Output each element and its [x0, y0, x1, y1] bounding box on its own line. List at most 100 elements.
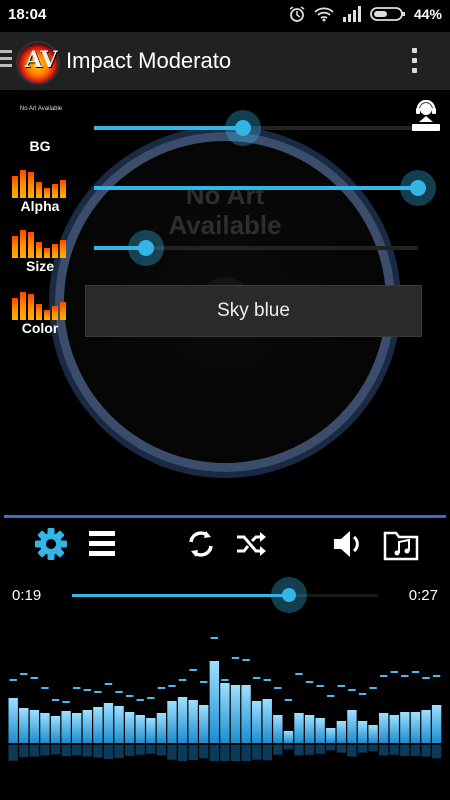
alpha-slider[interactable]	[94, 170, 436, 206]
visualizer-peak	[9, 679, 17, 681]
visualizer-peak	[20, 673, 28, 675]
alpha-eq-icon	[12, 168, 68, 198]
visualizer-peak	[358, 693, 367, 695]
visualizer-bar	[124, 712, 135, 743]
visualizer-reflection	[72, 745, 82, 756]
visualizer-reflection	[315, 745, 325, 754]
color-label: Color	[21, 320, 59, 336]
visualizer-reflection	[61, 745, 71, 757]
battery-icon	[370, 7, 405, 21]
visualizer-reflection	[262, 745, 272, 761]
color-selector[interactable]: Sky blue	[85, 285, 422, 337]
visualizer-peak	[189, 669, 197, 671]
visualizer-bar	[82, 710, 92, 743]
visualizer-peak	[147, 697, 155, 699]
visualizer-peak	[168, 685, 176, 687]
visualizer-reflection	[273, 745, 283, 755]
app-title: Impact Moderato	[66, 48, 232, 73]
visualizer-reflection	[336, 745, 347, 753]
visualizer-bar	[167, 701, 177, 743]
size-slider[interactable]	[94, 230, 418, 266]
volume-icon[interactable]	[330, 525, 368, 563]
audio-visualizer	[8, 637, 442, 761]
visualizer-peak	[252, 677, 261, 679]
app-logo[interactable]: AV	[16, 41, 60, 85]
visualizer-bar	[114, 706, 124, 743]
visualizer-bar	[336, 721, 347, 743]
visualizer-reflection	[209, 745, 220, 761]
visualizer-reflection	[389, 745, 399, 755]
visualizer-peak	[316, 685, 324, 687]
bg-slider-thumb[interactable]	[225, 110, 261, 146]
menu-icon[interactable]	[0, 50, 12, 71]
visualizer-reflection	[135, 745, 145, 755]
visualizer-bar	[304, 715, 315, 743]
visualizer-reflection	[8, 745, 18, 761]
visualizer-bar	[199, 705, 209, 743]
visualizer-reflection	[283, 745, 294, 750]
color-eq-icon	[12, 290, 68, 320]
visualizer-reflection	[177, 745, 188, 761]
visualizer-bar	[29, 710, 40, 743]
visualizer-peak	[242, 659, 250, 661]
visualizer-reflection	[410, 745, 421, 756]
visualizer-bar	[378, 713, 389, 743]
visualizer-reflection	[19, 745, 29, 758]
visualizer-peak	[210, 637, 219, 639]
visualizer-reflection	[103, 745, 114, 759]
visualizer-peak	[73, 687, 81, 689]
visualizer-reflection	[357, 745, 368, 753]
visualizer-bar	[177, 697, 188, 743]
visualizer-reflection	[40, 745, 50, 756]
overflow-menu-icon[interactable]	[412, 48, 418, 78]
visualizer-bar	[421, 710, 431, 743]
bg-slider[interactable]	[94, 110, 418, 146]
visualizer-reflection	[378, 745, 389, 756]
visualizer-peak	[390, 671, 398, 673]
visualizer-reflection	[326, 745, 336, 751]
alpha-slider-thumb[interactable]	[400, 170, 436, 206]
alpha-label: Alpha	[20, 198, 60, 214]
color-selector-value: Sky blue	[217, 300, 290, 321]
visualizer-peak	[432, 675, 441, 677]
size-eq-icon	[12, 228, 68, 258]
visualizer-peak	[295, 673, 303, 675]
visualizer-reflection	[368, 745, 378, 752]
visualizer-bar	[389, 715, 399, 743]
size-slider-thumb[interactable]	[128, 230, 164, 266]
gear-icon[interactable]	[32, 525, 70, 563]
visualizer-bar	[188, 700, 198, 743]
visualizer-reflection	[421, 745, 431, 757]
repeat-icon[interactable]	[182, 525, 220, 563]
visualizer-peak	[94, 691, 102, 693]
visualizer-reflection	[347, 745, 357, 757]
dj-icon[interactable]	[410, 100, 442, 132]
bg-thumbnail[interactable]: No Art Available	[18, 106, 64, 118]
visualizer-bar	[61, 711, 71, 743]
visualizer-peak	[41, 687, 49, 689]
visualizer-bar	[294, 713, 304, 743]
visualizer-peak	[337, 685, 346, 687]
visualizer-reflection	[124, 745, 135, 756]
visualizer-peak	[178, 679, 187, 681]
visualizer-bar	[146, 718, 156, 743]
visualizer-bar	[209, 661, 220, 743]
visualizer-bar	[135, 715, 145, 743]
status-icons: 44%	[288, 5, 442, 23]
visualizer-peak	[104, 683, 113, 685]
visualizer-peak	[305, 681, 314, 683]
visualizer-reflection	[199, 745, 209, 759]
visualizer-bar	[283, 731, 294, 743]
visualizer-bar	[50, 716, 61, 743]
shuffle-icon[interactable]	[232, 525, 270, 563]
visualizer-bar	[315, 718, 325, 743]
visualizer-bar	[357, 721, 368, 743]
player-controls	[0, 525, 450, 565]
visualizer-bar	[431, 705, 442, 743]
visualizer-bar	[400, 712, 410, 743]
visualizer-reflection	[431, 745, 442, 759]
seek-bar[interactable]	[72, 577, 378, 613]
playlist-icon[interactable]	[84, 525, 122, 563]
visualizer-reflection	[241, 745, 251, 761]
music-folder-icon[interactable]	[382, 525, 420, 563]
